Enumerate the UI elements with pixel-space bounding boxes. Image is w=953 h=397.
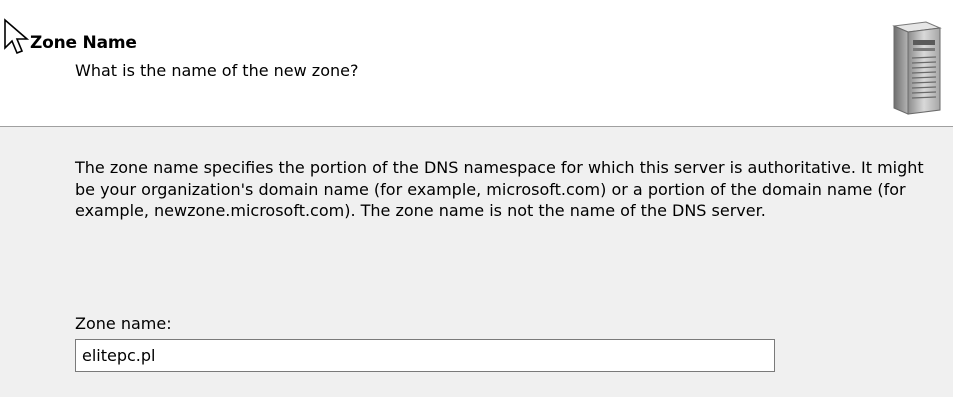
zone-name-description: The zone name specifies the portion of t…	[75, 158, 924, 220]
zone-name-label: Zone name:	[75, 314, 172, 333]
new-zone-wizard-page: Zone Name What is the name of the new zo…	[0, 0, 953, 397]
wizard-header: Zone Name What is the name of the new zo…	[0, 0, 953, 126]
wizard-content: The zone name specifies the portion of t…	[0, 127, 953, 397]
zone-name-input[interactable]	[75, 339, 775, 372]
page-title: Zone Name	[30, 33, 137, 53]
server-icon	[892, 21, 942, 115]
mouse-pointer-icon	[4, 18, 30, 55]
page-subtitle: What is the name of the new zone?	[75, 61, 359, 80]
